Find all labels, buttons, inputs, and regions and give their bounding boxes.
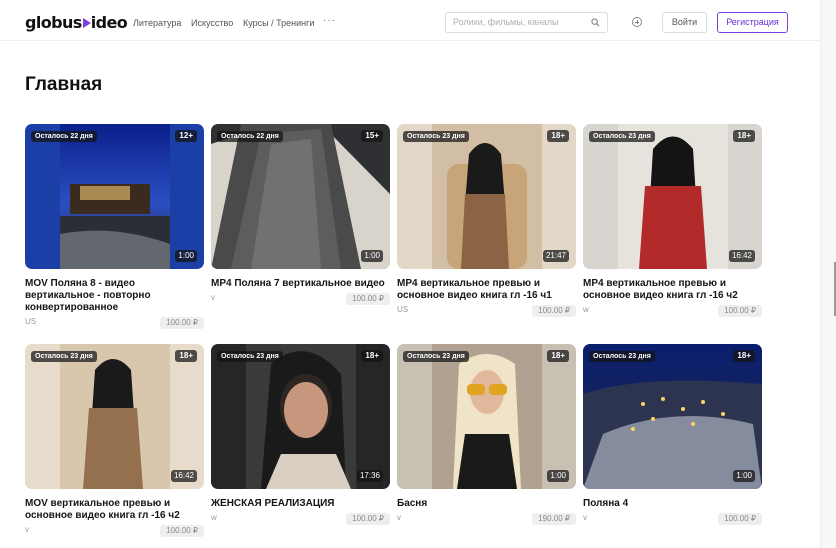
video-thumbnail[interactable]: Осталось 23 дня 18+ 16:42 — [25, 344, 204, 489]
days-left-badge: Осталось 23 дня — [403, 131, 469, 142]
age-rating-badge: 18+ — [733, 130, 755, 142]
video-title[interactable]: MP4 вертикальное превью и основное видео… — [583, 278, 759, 302]
thumbnail-image — [397, 124, 576, 269]
price-badge: 100.00 ₽ — [160, 317, 204, 329]
video-card[interactable]: Осталось 23 дня 18+ 17:36 ЖЕНСКАЯ РЕАЛИЗ… — [211, 344, 390, 525]
thumbnail-image — [583, 344, 762, 489]
duration-badge: 16:42 — [728, 250, 755, 262]
video-card[interactable]: Осталось 23 дня 18+ 1:00 Поляна 4 v 100.… — [583, 344, 762, 525]
video-thumbnail[interactable]: Осталось 22 дня 12+ 1:00 — [25, 124, 204, 269]
upload-plus-icon[interactable] — [632, 17, 642, 27]
channel-name[interactable]: US — [397, 305, 408, 314]
nav-item-literature[interactable]: Литература — [133, 18, 181, 28]
price-badge: 100.00 ₽ — [346, 513, 390, 525]
thumbnail-image — [583, 124, 762, 269]
duration-badge: 1:00 — [733, 470, 755, 482]
nav-item-art[interactable]: Искусство — [191, 18, 233, 28]
channel-name[interactable]: US — [25, 317, 36, 326]
duration-badge: 1:00 — [175, 250, 197, 262]
duration-badge: 1:00 — [547, 470, 569, 482]
price-badge: 100.00 ₽ — [346, 293, 390, 305]
age-rating-badge: 18+ — [547, 130, 569, 142]
thumbnail-image — [25, 344, 204, 489]
price-badge: 100.00 ₽ — [160, 525, 204, 537]
channel-name[interactable]: w — [211, 513, 217, 522]
age-rating-badge: 12+ — [175, 130, 197, 142]
thumbnail-image — [25, 124, 204, 269]
video-title[interactable]: Басня — [397, 498, 573, 510]
video-card[interactable]: Осталось 22 дня 15+ 1:00 MP4 Поляна 7 ве… — [211, 124, 390, 305]
duration-badge: 16:42 — [170, 470, 197, 482]
login-button[interactable]: Войти — [662, 12, 707, 33]
video-thumbnail[interactable]: Осталось 23 дня 18+ 21:47 — [397, 124, 576, 269]
video-card[interactable]: Осталось 23 дня 18+ 21:47 MP4 вертикальн… — [397, 124, 576, 317]
duration-badge: 17:36 — [356, 470, 383, 482]
thumbnail-image — [211, 344, 390, 489]
days-left-badge: Осталось 23 дня — [589, 351, 655, 362]
age-rating-badge: 18+ — [733, 350, 755, 362]
search-box[interactable] — [445, 12, 608, 33]
video-card[interactable]: Осталось 23 дня 18+ 16:42 MP4 вертикальн… — [583, 124, 762, 317]
page-title: Главная — [25, 74, 103, 95]
nav-more-icon[interactable]: ··· — [323, 15, 336, 26]
play-triangle-icon — [82, 18, 91, 28]
logo-text-right: ideo — [90, 13, 128, 32]
thumbnail-image — [397, 344, 576, 489]
duration-badge: 21:47 — [542, 250, 569, 262]
age-rating-badge: 18+ — [175, 350, 197, 362]
age-rating-badge: 15+ — [361, 130, 383, 142]
video-title[interactable]: Поляна 4 — [583, 498, 759, 510]
channel-name[interactable]: w — [583, 305, 589, 314]
video-title[interactable]: ЖЕНСКАЯ РЕАЛИЗАЦИЯ — [211, 498, 387, 510]
video-card[interactable]: Осталось 23 дня 18+ 1:00 Басня v 190.00 … — [397, 344, 576, 525]
channel-name[interactable]: v — [397, 513, 401, 522]
thumbnail-image — [211, 124, 390, 269]
video-thumbnail[interactable]: Осталось 23 дня 18+ 17:36 — [211, 344, 390, 489]
nav-item-courses[interactable]: Курсы / Тренинги — [243, 18, 314, 28]
price-badge: 100.00 ₽ — [718, 513, 762, 525]
channel-name[interactable]: v — [25, 525, 29, 534]
video-title[interactable]: MOV вертикальное превью и основное видео… — [25, 498, 201, 522]
days-left-badge: Осталось 22 дня — [31, 131, 97, 142]
video-card[interactable]: Осталось 22 дня 12+ 1:00 MOV Поляна 8 - … — [25, 124, 204, 329]
site-logo[interactable]: globus ideo — [25, 13, 128, 32]
video-card[interactable]: Осталось 23 дня 18+ 16:42 MOV вертикальн… — [25, 344, 204, 537]
days-left-badge: Осталось 23 дня — [31, 351, 97, 362]
logo-text-left: globus — [25, 13, 82, 32]
video-thumbnail[interactable]: Осталось 23 дня 18+ 1:00 — [397, 344, 576, 489]
video-thumbnail[interactable]: Осталось 23 дня 18+ 1:00 — [583, 344, 762, 489]
video-title[interactable]: MP4 вертикальное превью и основное видео… — [397, 278, 573, 302]
channel-name[interactable]: v — [583, 513, 587, 522]
price-badge: 100.00 ₽ — [532, 305, 576, 317]
days-left-badge: Осталось 23 дня — [403, 351, 469, 362]
top-header: globus ideo Литература Искусство Курсы / … — [0, 0, 820, 41]
video-title[interactable]: MP4 Поляна 7 вертикальное видео — [211, 278, 387, 290]
days-left-badge: Осталось 23 дня — [217, 351, 283, 362]
price-badge: 190.00 ₽ — [532, 513, 576, 525]
register-button[interactable]: Регистрация — [717, 12, 788, 33]
search-icon[interactable] — [591, 18, 600, 27]
days-left-badge: Осталось 23 дня — [589, 131, 655, 142]
days-left-badge: Осталось 22 дня — [217, 131, 283, 142]
video-thumbnail[interactable]: Осталось 22 дня 15+ 1:00 — [211, 124, 390, 269]
duration-badge: 1:00 — [361, 250, 383, 262]
video-thumbnail[interactable]: Осталось 23 дня 18+ 16:42 — [583, 124, 762, 269]
age-rating-badge: 18+ — [547, 350, 569, 362]
price-badge: 100.00 ₽ — [718, 305, 762, 317]
age-rating-badge: 18+ — [361, 350, 383, 362]
channel-name[interactable]: v — [211, 293, 215, 302]
video-title[interactable]: MOV Поляна 8 - видео вертикальное - повт… — [25, 278, 201, 314]
search-input[interactable] — [453, 17, 588, 27]
